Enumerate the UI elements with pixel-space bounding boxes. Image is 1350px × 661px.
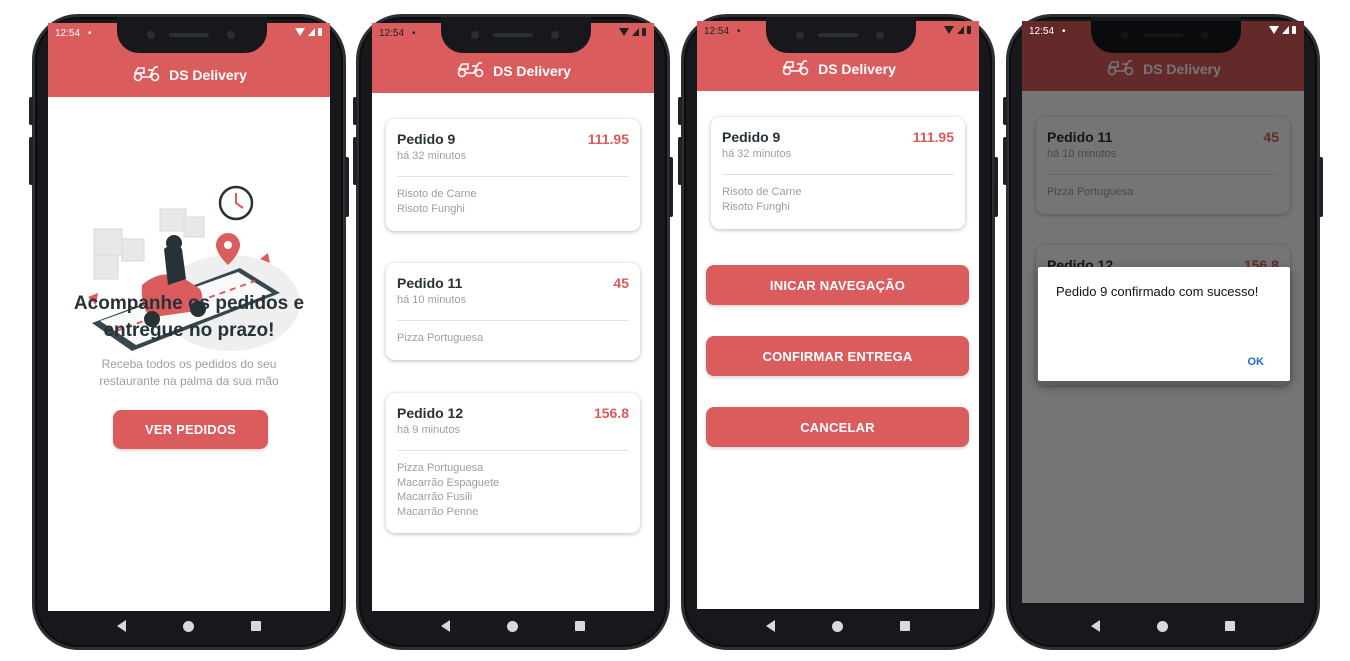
order-item: Risoto de Carne <box>722 186 802 198</box>
android-navbar <box>48 605 330 647</box>
android-navbar <box>372 605 654 647</box>
order-item: Risoto Funghi <box>722 200 790 213</box>
order-item: Macarrão Fusili <box>397 491 473 503</box>
view-orders-button[interactable]: VER PEDIDOS <box>113 410 268 449</box>
recent-square-icon[interactable] <box>575 621 586 631</box>
phone-orders: DS Delivery 12:54 • Pedido 9 111.95 há 32 … <box>353 14 673 650</box>
dialog-message: Pedido 9 confirmado com sucesso! <box>1056 284 1259 299</box>
scooter-icon <box>131 64 161 85</box>
order-title: Pedido 11 <box>397 275 463 291</box>
android-navbar <box>697 605 979 647</box>
phone-order-details: DS Delivery 12:54 • Pedido 9 111.95 há 32 … <box>678 14 998 650</box>
order-item: Risoto Funghi <box>397 202 465 215</box>
order-title: Pedido 9 <box>397 131 456 147</box>
phone-home: DS Delivery 12:54 • Acompanhe os pedidos… <box>29 14 349 650</box>
back-triangle-icon[interactable] <box>765 620 775 632</box>
home-circle-icon[interactable] <box>506 620 518 632</box>
confirmation-dialog: Pedido 9 confirmado com sucesso! OK <box>1038 267 1290 381</box>
app-title: DS Delivery <box>818 60 896 77</box>
order-time: há 10 minutos <box>397 294 467 306</box>
order-card[interactable]: Pedido 12 156.8 há 9 minutos Pizza Portug… <box>386 393 640 533</box>
order-item: Pizza Portuguesa <box>397 462 484 474</box>
power-button <box>345 157 349 217</box>
phone-confirm-dialog: DS Delivery 12:54• Pedido 1145 há 10 min… <box>1003 14 1323 650</box>
home-circle-icon[interactable] <box>1156 620 1168 632</box>
hero-subtitle-line2: restaurante na palma da sua mão <box>99 374 279 388</box>
back-triangle-icon[interactable] <box>1090 620 1100 632</box>
back-triangle-icon[interactable] <box>440 620 450 632</box>
order-price: 156.8 <box>593 405 629 421</box>
recent-square-icon[interactable] <box>1225 621 1236 631</box>
order-time: há 9 minutos <box>397 424 460 436</box>
notch <box>117 17 267 53</box>
order-title: Pedido 12 <box>397 405 464 421</box>
status-bar: 12:54 • <box>1022 21 1304 41</box>
volume-button <box>29 97 33 125</box>
order-title: Pedido 9 <box>722 129 781 145</box>
recent-square-icon[interactable] <box>900 621 911 631</box>
status-time: 12:54 <box>55 27 81 39</box>
hero-title-line2: entregue no prazo! <box>103 320 275 341</box>
back-triangle-icon[interactable] <box>116 620 126 632</box>
order-item: Macarrão Penne <box>397 505 479 518</box>
status-time: 12:54 <box>704 25 730 37</box>
order-item: Pizza Portuguesa <box>397 332 484 344</box>
order-item: Risoto de Carne <box>397 188 477 200</box>
order-card: Pedido 9 111.95 há 32 minutos Risoto de C… <box>711 117 965 229</box>
dialog-ok-button[interactable]: OK <box>1248 356 1265 368</box>
order-price: 111.95 <box>587 131 629 147</box>
status-time: 12:54 <box>379 27 405 39</box>
volume-button <box>29 137 33 185</box>
order-time: há 32 minutos <box>397 150 467 162</box>
app-title: DS Delivery <box>169 66 247 83</box>
order-card[interactable]: Pedido 11 45 há 10 minutos Pizza Portugue… <box>386 263 640 360</box>
order-price: 111.95 <box>912 129 954 145</box>
hero-subtitle-line1: Receba todos os pedidos do seu <box>101 357 277 371</box>
scooter-icon <box>455 60 485 81</box>
status-time: 12:54 <box>1029 25 1055 37</box>
order-time: há 32 minutos <box>722 148 792 160</box>
home-circle-icon[interactable] <box>182 620 194 632</box>
order-item: Macarrão Espaguete <box>397 476 500 489</box>
hero-title-line1: Acompanhe os pedidos e <box>73 293 305 314</box>
home-circle-icon[interactable] <box>831 620 843 632</box>
android-navbar <box>1022 605 1304 647</box>
start-navigation-button[interactable]: INICAR NAVEGAÇÃO <box>706 265 969 305</box>
order-price: 45 <box>613 275 629 291</box>
confirm-delivery-button[interactable]: CONFIRMAR ENTREGA <box>706 336 969 376</box>
order-card[interactable]: Pedido 9 111.95 há 32 minutos Risoto de C… <box>386 119 640 231</box>
scooter-icon <box>780 58 810 79</box>
cancel-button[interactable]: CANCELAR <box>706 407 969 447</box>
app-title: DS Delivery <box>493 62 571 79</box>
recent-square-icon[interactable] <box>251 621 262 631</box>
